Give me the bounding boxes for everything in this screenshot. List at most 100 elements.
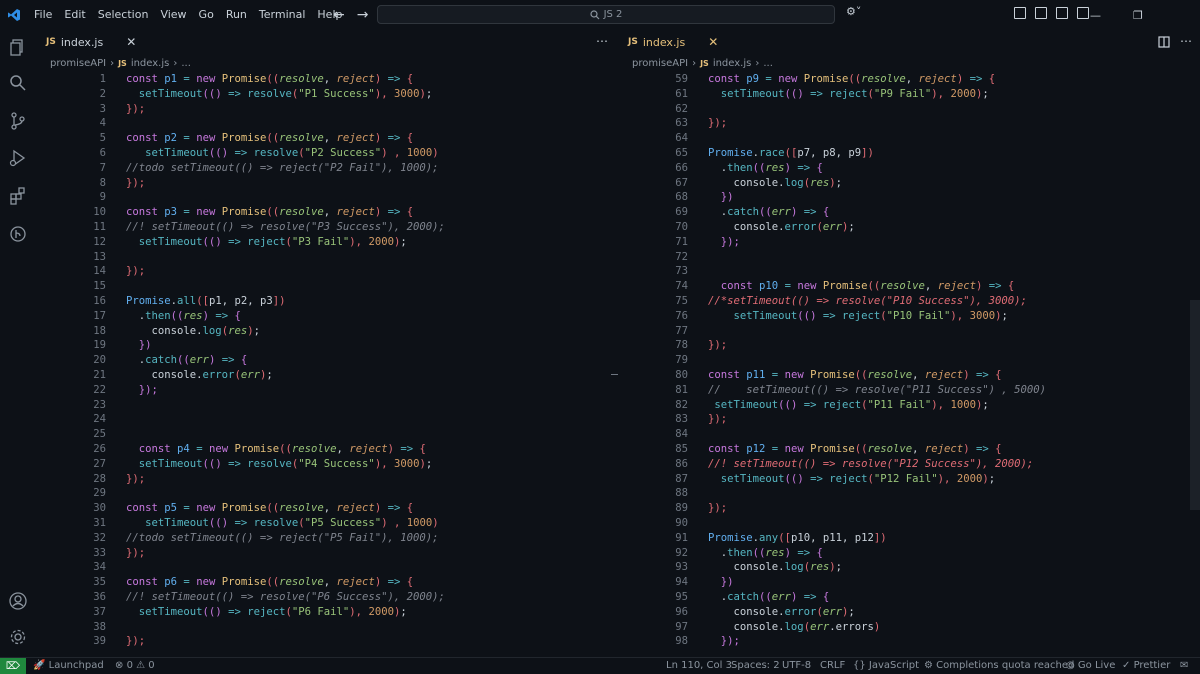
problems-item[interactable]: ⊗ 0 ⚠ 0 (115, 658, 155, 674)
code-token: p6 (164, 576, 178, 589)
code-token: => (803, 472, 830, 485)
language-mode[interactable]: {} JavaScript (853, 658, 919, 674)
tab-index-js-right[interactable]: JS index.js ✕ (618, 30, 728, 54)
code-line: 29 (36, 486, 611, 501)
launchpad-item[interactable]: 🚀 Launchpad (33, 658, 104, 674)
code-token: }); (708, 502, 728, 515)
toggle-panel-icon[interactable] (1056, 7, 1068, 19)
close-icon[interactable]: ✕ (126, 35, 136, 49)
cursor-position[interactable]: Ln 110, Col 3 (666, 658, 732, 674)
code-token: then (145, 309, 171, 322)
code-editor-right[interactable]: 59 const p9 = new Promise((resolve, rejec… (618, 72, 1200, 657)
code-token: const (126, 576, 165, 589)
code-token: log (784, 561, 804, 574)
minimize-icon[interactable]: — (1090, 9, 1101, 22)
code-token: const (708, 369, 747, 381)
line-number: 92 (675, 546, 688, 559)
encoding[interactable]: UTF-8 (782, 658, 811, 674)
timeline-icon[interactable] (8, 224, 28, 244)
code-token: setTimeout (138, 87, 203, 100)
code-text: }); (708, 116, 727, 131)
menu-item[interactable]: Selection (92, 0, 155, 30)
line-number: 93 (675, 561, 688, 574)
code-token: => (228, 147, 254, 159)
toggle-sidebar-icon[interactable] (1035, 7, 1047, 19)
code-text: setTimeout(() => reject("P3 Fail"), 2000… (126, 235, 407, 250)
explorer-icon[interactable] (8, 37, 28, 57)
code-text: //todo setTimeout(() => reject("P2 Fail"… (126, 161, 439, 176)
extensions-icon[interactable] (8, 186, 28, 206)
scrollbar-thumb[interactable] (1190, 300, 1200, 510)
menu-item[interactable]: Terminal (253, 0, 312, 30)
menu-item[interactable]: Edit (58, 0, 91, 30)
copilot-status[interactable]: ⚙ Completions quota reached (924, 658, 1074, 674)
menu-item[interactable]: View (154, 0, 192, 30)
copilot-icon[interactable]: ⚙˅ (846, 5, 861, 18)
menu-item[interactable]: Run (220, 0, 253, 30)
code-token: = (177, 576, 197, 589)
menu-item[interactable]: Go (193, 0, 220, 30)
toggle-secondary-sidebar-icon[interactable] (1077, 7, 1089, 19)
breadcrumb-file[interactable]: index.js (713, 58, 752, 69)
code-token: , (924, 280, 938, 293)
restore-icon[interactable]: ❐ (1133, 9, 1143, 22)
code-token: Promise (221, 576, 267, 589)
account-icon[interactable] (8, 591, 28, 611)
more-actions-icon[interactable]: ⋯ (596, 34, 608, 48)
tab-bar-right: JS index.js ✕ ⋯ (618, 30, 1200, 54)
line-ending[interactable]: CRLF (820, 658, 845, 674)
breadcrumb-symbol[interactable]: ... (181, 58, 191, 69)
line-number: 25 (93, 428, 106, 441)
code-line: 95 .catch((err) => { (618, 590, 1200, 605)
forward-arrow-icon[interactable]: → (357, 7, 369, 23)
go-live-button[interactable]: ◎ Go Live (1066, 658, 1115, 674)
code-token: ), (349, 235, 369, 248)
more-actions-icon[interactable]: ⋯ (1180, 34, 1192, 48)
prettier-status[interactable]: ✓ Prettier (1122, 658, 1170, 674)
run-debug-icon[interactable] (8, 148, 28, 168)
code-line: 1 const p1 = new Promise((resolve, reject… (36, 72, 611, 87)
line-number: 85 (675, 443, 688, 455)
code-token: error (784, 605, 817, 618)
indentation[interactable]: Spaces: 2 (731, 658, 780, 674)
tab-index-js-left[interactable]: JS index.js ✕ (36, 30, 146, 54)
line-number: 26 (93, 443, 106, 455)
code-token: new (784, 443, 811, 455)
settings-gear-icon[interactable] (8, 627, 28, 647)
close-icon[interactable]: ✕ (708, 35, 718, 49)
code-token: ; (835, 176, 842, 189)
line-number: 6 (99, 147, 106, 159)
code-token: (( (759, 591, 772, 603)
search-icon[interactable] (8, 73, 28, 93)
breadcrumb-folder[interactable]: promiseAPI (632, 58, 688, 69)
breadcrumb-file[interactable]: index.js (131, 58, 170, 69)
command-center-search[interactable]: JS 2 (377, 5, 835, 24)
source-control-icon[interactable] (8, 111, 28, 131)
code-text: .catch((err) => { (708, 205, 829, 220)
editor-group-left: JS index.js ✕ ⋯ promiseAPI › JS index.js… (36, 30, 611, 657)
code-editor-left[interactable]: 1 const p1 = new Promise((resolve, reject… (36, 72, 611, 657)
code-token: reject (336, 576, 375, 589)
notifications-bell-icon[interactable]: ✉ (1180, 658, 1188, 674)
menu-item[interactable]: File (28, 0, 58, 30)
code-token: { (406, 502, 414, 515)
code-token: ), (937, 472, 957, 485)
code-token: }); (126, 102, 146, 115)
breadcrumb-symbol[interactable]: ... (763, 58, 773, 69)
code-text: setTimeout(() => reject("P11 Fail"), 100… (708, 398, 988, 413)
remote-indicator-icon[interactable]: ⌦ (0, 658, 26, 674)
code-token: (( (266, 502, 280, 515)
code-line: 67 console.log(res); (618, 176, 1200, 191)
code-token: resolve (880, 280, 925, 293)
breadcrumb-folder[interactable]: promiseAPI (50, 58, 106, 69)
split-editor-icon[interactable] (1158, 36, 1170, 48)
code-line: 84 (618, 427, 1200, 442)
line-number: 39 (93, 635, 106, 648)
back-arrow-icon[interactable]: ← (333, 7, 345, 23)
customize-layout-icon[interactable] (1014, 7, 1026, 19)
code-token: => (221, 457, 248, 470)
code-token: resolve (253, 517, 299, 529)
tab-bar-left: JS index.js ✕ ⋯ (36, 30, 611, 54)
vscode-logo-icon (0, 0, 28, 30)
